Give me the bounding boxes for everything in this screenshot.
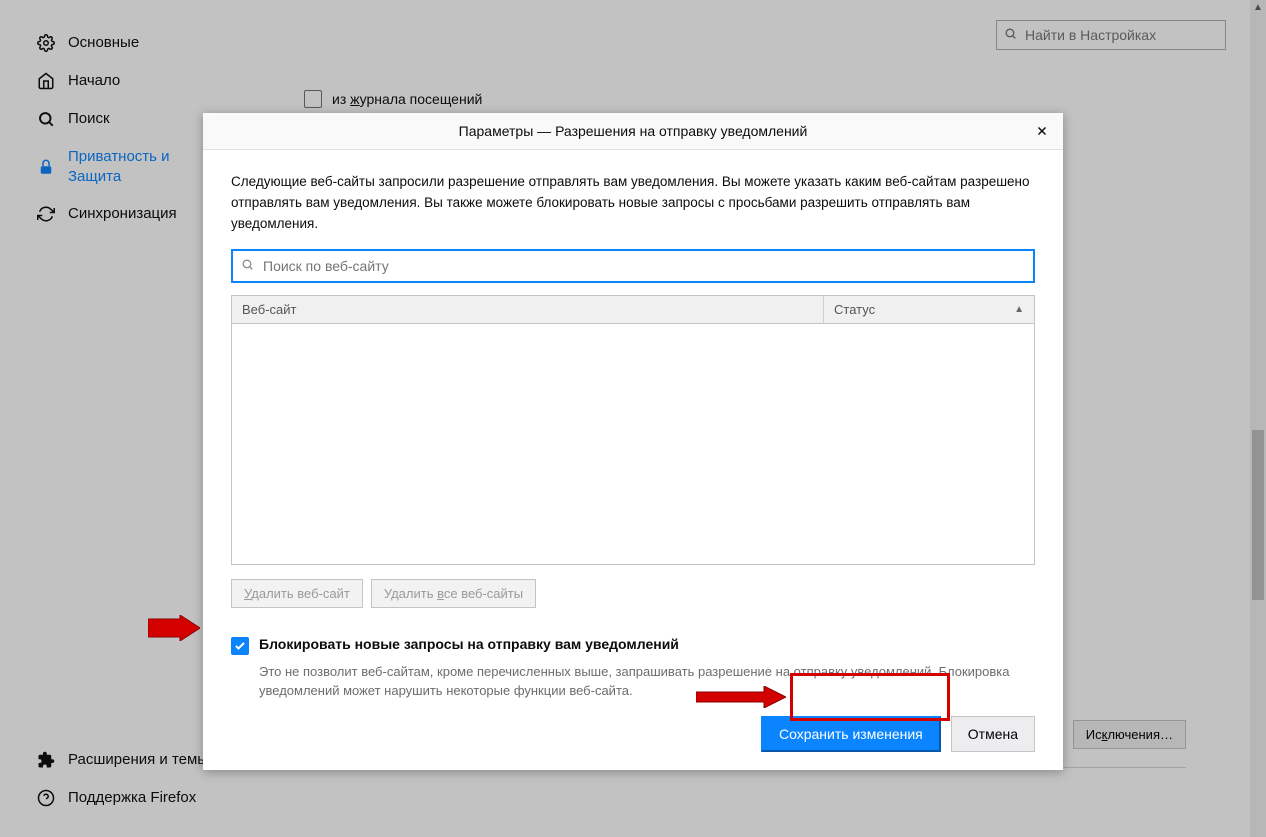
- cancel-button[interactable]: Отмена: [951, 716, 1035, 752]
- col-status-label: Статус: [834, 302, 875, 317]
- remove-site-button[interactable]: Удалить веб-сайт: [231, 579, 363, 608]
- site-search-input[interactable]: [231, 249, 1035, 283]
- search-icon: [241, 258, 254, 274]
- block-new-requests-row: Блокировать новые запросы на отправку ва…: [231, 636, 1035, 655]
- remove-all-sites-button[interactable]: Удалить все веб-сайты: [371, 579, 536, 608]
- col-website[interactable]: Веб-сайт: [232, 296, 824, 323]
- site-search[interactable]: [231, 249, 1035, 283]
- table-body-empty: [232, 324, 1034, 564]
- modal-overlay: Параметры — Разрешения на отправку уведо…: [0, 0, 1266, 837]
- close-button[interactable]: [1031, 120, 1053, 142]
- block-new-requests-label: Блокировать новые запросы на отправку ва…: [259, 636, 679, 652]
- col-status[interactable]: Статус ▲: [824, 296, 1034, 323]
- save-button[interactable]: Сохранить изменения: [761, 716, 941, 752]
- dialog-header: Параметры — Разрешения на отправку уведо…: [203, 113, 1063, 150]
- dialog-description: Следующие веб-сайты запросили разрешение…: [231, 172, 1035, 235]
- block-new-requests-note: Это не позволит веб-сайтам, кроме перечи…: [259, 663, 1035, 701]
- block-new-requests-checkbox[interactable]: [231, 637, 249, 655]
- table-header: Веб-сайт Статус ▲: [232, 296, 1034, 324]
- site-permissions-table: Веб-сайт Статус ▲: [231, 295, 1035, 565]
- notification-permissions-dialog: Параметры — Разрешения на отправку уведо…: [203, 113, 1063, 770]
- dialog-title: Параметры — Разрешения на отправку уведо…: [459, 123, 808, 139]
- sort-arrow-icon: ▲: [1014, 304, 1024, 315]
